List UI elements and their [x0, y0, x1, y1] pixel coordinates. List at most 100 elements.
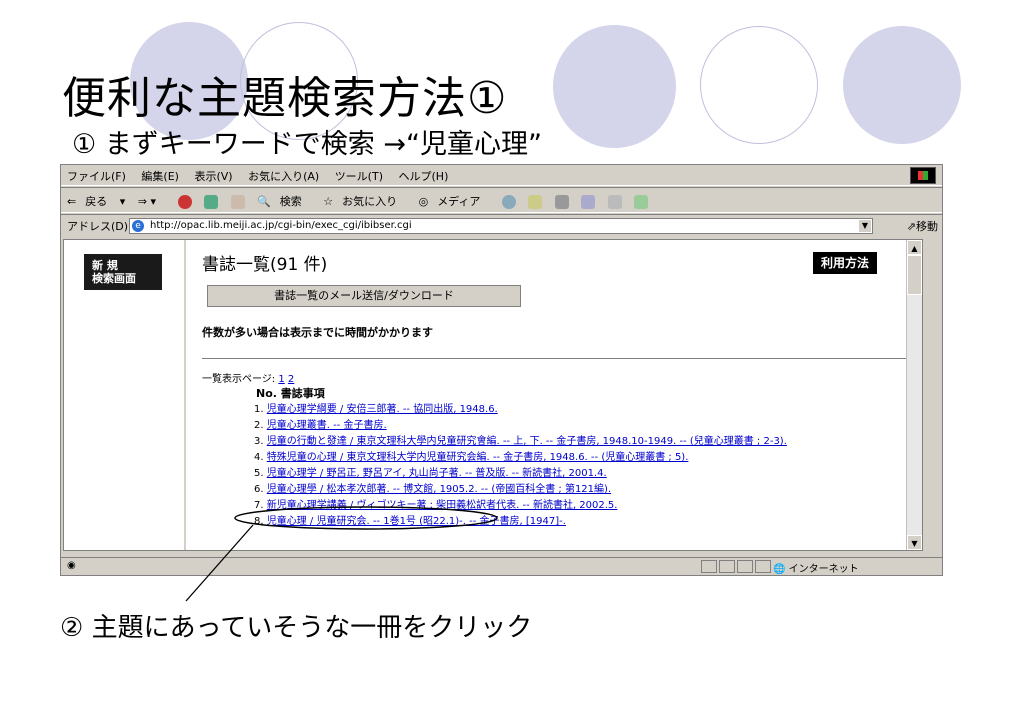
go-label: 移動 — [916, 220, 938, 233]
forward-button[interactable]: ⇒ ▾ — [138, 195, 165, 208]
menu-bar: ファイル(F) 編集(E) 表示(V) お気に入り(A) ツール(T) ヘルプ(… — [61, 165, 942, 186]
zone-label: インターネット — [788, 564, 859, 575]
decorative-circle — [700, 26, 818, 144]
favorites-label: お気に入り — [342, 195, 398, 208]
usage-button[interactable]: 利用方法 — [813, 252, 877, 274]
scroll-down-icon[interactable]: ▼ — [907, 535, 922, 550]
menu-help[interactable]: ヘルプ(H) — [399, 170, 449, 183]
list-header-no: No. — [256, 387, 277, 400]
search-label: 検索 — [279, 195, 302, 208]
result-link[interactable]: 児童の行動と發達 / 東京文理科大學内兒童研究會編. -- 上, 下. -- 金… — [267, 436, 787, 447]
mail-icon[interactable] — [528, 195, 543, 209]
status-cell — [719, 560, 735, 573]
vertical-scrollbar[interactable]: ▲ ▼ — [906, 240, 922, 550]
home-icon[interactable] — [230, 195, 245, 209]
menu-edit[interactable]: 編集(E) — [141, 170, 179, 183]
go-arrow-icon: ⇗ — [906, 220, 916, 233]
chevron-down-icon[interactable]: ▼ — [859, 220, 871, 232]
scroll-thumb[interactable] — [907, 255, 922, 295]
pagination-label: 一覧表示ページ: — [202, 374, 276, 385]
step-1-caption: ① まずキーワードで検索 →“児童心理” — [72, 129, 542, 160]
status-cell — [755, 560, 771, 573]
toolbar: ⇐ 戻る ▾ ⇒ ▾ 🔍 検索 ☆ お気に入り ◎ メディア — [61, 187, 942, 213]
decorative-circle — [553, 25, 676, 148]
item-number: 1. — [254, 404, 264, 415]
page-status-icon: ◉ — [67, 560, 76, 571]
address-url: http://opac.lib.meiji.ac.jp/cgi-bin/exec… — [150, 220, 412, 231]
result-link[interactable]: 児童心理 / 児童研究会. -- 1巻1号 (昭22.1)-. -- 金子書房,… — [267, 516, 566, 527]
scroll-up-icon[interactable]: ▲ — [907, 240, 922, 255]
back-arrow-icon: ⇐ — [67, 195, 77, 208]
page-link-1[interactable]: 1 — [278, 374, 284, 385]
item-number: 8. — [254, 516, 264, 527]
history-icon[interactable] — [501, 195, 516, 209]
left-frame: 新 規 検索画面 — [64, 240, 186, 550]
page-content: 新 規 検索画面 書誌一覧(91 件) 利用方法 書誌一覧のメール送信/ダウンロ… — [63, 239, 923, 551]
search-icon: 🔍 — [257, 195, 271, 208]
result-link[interactable]: 新児童心理学講義 / ヴィゴツキー著 ; 柴田義松訳者代表. -- 新読書社, … — [267, 500, 618, 511]
main-frame: 書誌一覧(91 件) 利用方法 書誌一覧のメール送信/ダウンロード 件数が多い場… — [186, 240, 922, 550]
media-button[interactable]: ◎ メディア — [419, 195, 490, 208]
status-bar: ◉ 🌐 インターネット — [61, 557, 942, 575]
list-header: No. 書誌事項 — [256, 385, 325, 401]
divider — [202, 358, 908, 359]
print-icon[interactable] — [554, 195, 569, 209]
ie-page-icon: e — [132, 220, 144, 232]
messenger-icon[interactable] — [634, 195, 649, 209]
back-button[interactable]: ⇐ 戻る ▾ — [67, 195, 125, 208]
back-label: 戻る — [85, 195, 108, 208]
item-number: 4. — [254, 452, 264, 463]
notice-text: 件数が多い場合は表示までに時間がかかります — [202, 326, 433, 339]
address-input[interactable]: e http://opac.lib.meiji.ac.jp/cgi-bin/ex… — [129, 218, 873, 234]
result-link[interactable]: 児童心理学 / 野呂正, 野呂アイ, 丸山尚子著. -- 普及版. -- 新読書… — [267, 468, 607, 479]
discuss-icon[interactable] — [607, 195, 622, 209]
new-search-button[interactable]: 新 規 検索画面 — [84, 254, 162, 290]
menu-tools[interactable]: ツール(T) — [335, 170, 383, 183]
globe-icon: 🌐 — [773, 564, 786, 575]
status-cell — [737, 560, 753, 573]
step-2-caption: ② 主題にあっていそうな一冊をクリック — [60, 613, 533, 643]
results-title: 書誌一覧(91 件) — [202, 255, 328, 275]
windows-logo-icon — [910, 167, 936, 184]
list-item: 4. 特殊児童の心理 / 東京文理科大学内児童研究会編. -- 金子書房, 19… — [254, 450, 787, 466]
result-link[interactable]: 特殊児童の心理 / 東京文理科大学内児童研究会編. -- 金子書房, 1948.… — [267, 452, 689, 463]
edit-icon[interactable] — [581, 195, 596, 209]
search-button[interactable]: 🔍 検索 — [257, 195, 311, 208]
list-item: 5. 児童心理学 / 野呂正, 野呂アイ, 丸山尚子著. -- 普及版. -- … — [254, 466, 787, 482]
media-label: メディア — [437, 195, 481, 208]
refresh-icon[interactable] — [204, 195, 218, 209]
result-link[interactable]: 児童心理叢書. -- 金子書房. — [267, 420, 387, 431]
item-number: 5. — [254, 468, 264, 479]
slide-title: 便利な主題検索方法① — [62, 73, 508, 124]
favorites-button[interactable]: ☆ お気に入り — [323, 195, 406, 208]
result-link[interactable]: 児童心理学綱要 / 安倍三郎著. -- 協同出版, 1948.6. — [267, 404, 498, 415]
item-number: 2. — [254, 420, 264, 431]
item-number: 7. — [254, 500, 264, 511]
page-link-2[interactable]: 2 — [288, 374, 294, 385]
list-item: 6. 児童心理學 / 松本孝次郎著. -- 博文館, 1905.2. -- (帝… — [254, 482, 787, 498]
list-header-item: 書誌事項 — [280, 387, 325, 400]
go-button[interactable]: ⇗移動 — [907, 218, 938, 234]
media-icon: ◎ — [418, 195, 429, 208]
result-link[interactable]: 児童心理學 / 松本孝次郎著. -- 博文館, 1905.2. -- (帝國百科… — [267, 484, 611, 495]
menu-favorites[interactable]: お気に入り(A) — [248, 170, 319, 183]
mail-download-button[interactable]: 書誌一覧のメール送信/ダウンロード — [207, 285, 521, 307]
pagination: 一覧表示ページ: 1 2 — [202, 370, 294, 385]
decorative-circle — [843, 26, 961, 144]
status-cell — [701, 560, 717, 573]
favorites-icon: ☆ — [323, 195, 334, 208]
list-item: 7. 新児童心理学講義 / ヴィゴツキー著 ; 柴田義松訳者代表. -- 新読書… — [254, 498, 787, 514]
results-list: 1. 児童心理学綱要 / 安倍三郎著. -- 協同出版, 1948.6. 2. … — [254, 402, 787, 530]
address-bar: アドレス(D) e http://opac.lib.meiji.ac.jp/cg… — [61, 214, 942, 236]
address-label: アドレス(D) — [67, 220, 129, 233]
menu-file[interactable]: ファイル(F) — [67, 170, 126, 183]
list-item: 3. 児童の行動と發達 / 東京文理科大學内兒童研究會編. -- 上, 下. -… — [254, 434, 787, 450]
list-item: 1. 児童心理学綱要 / 安倍三郎著. -- 協同出版, 1948.6. — [254, 402, 787, 418]
menu-view[interactable]: 表示(V) — [194, 170, 232, 183]
stop-icon[interactable] — [177, 195, 192, 209]
browser-window: ファイル(F) 編集(E) 表示(V) お気に入り(A) ツール(T) ヘルプ(… — [60, 164, 943, 576]
list-item: 8. 児童心理 / 児童研究会. -- 1巻1号 (昭22.1)-. -- 金子… — [254, 514, 787, 530]
item-number: 6. — [254, 484, 264, 495]
item-number: 3. — [254, 436, 264, 447]
forward-arrow-icon: ⇒ ▾ — [137, 195, 156, 208]
